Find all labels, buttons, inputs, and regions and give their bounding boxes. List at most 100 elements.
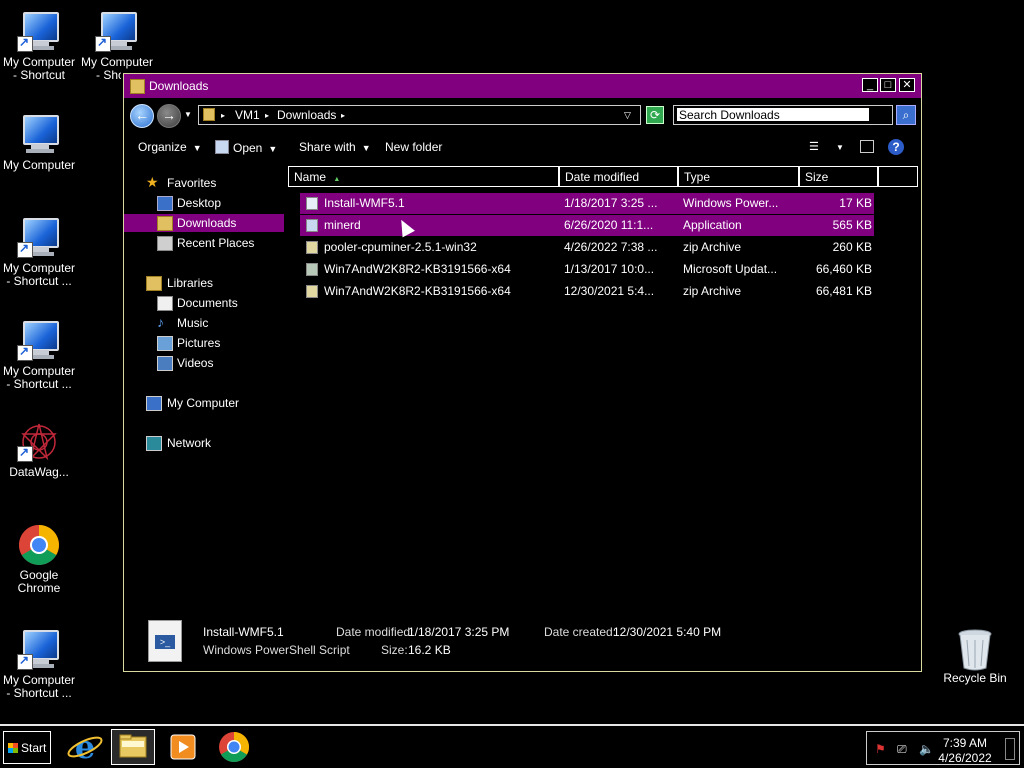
desktop-icon-my-computer-shortcut-1[interactable]: My Computer - Shortcut [0,10,78,82]
volume-icon[interactable]: 🔈 [919,743,934,755]
view-options-icon[interactable]: ☰ [809,140,819,153]
file-row[interactable]: Win7AndW2K8R2-KB3191566-x64 1/13/2017 10… [300,259,874,280]
powershell-script-icon [306,197,318,210]
organize-button[interactable]: Organize ▼ [138,140,202,154]
shortcut-arrow-icon [95,35,111,52]
search-box[interactable] [673,105,893,125]
nav-recent-places[interactable]: Recent Places [124,234,284,252]
refresh-button[interactable]: ⟳ [646,106,664,124]
share-with-button[interactable]: Share with ▼ [299,140,371,154]
close-button[interactable]: ✕ [899,78,915,92]
desktop-icon-my-computer[interactable]: My Computer [0,113,78,172]
desktop-icon-datawag[interactable]: DataWag... [0,420,78,479]
file-row[interactable]: Install-WMF5.1 1/18/2017 3:25 ... Window… [300,193,874,214]
clock-date[interactable]: 4/26/2022 [933,751,997,765]
taskbar-media-player[interactable] [160,729,204,765]
file-type: Windows Power... [683,196,779,210]
nav-downloads[interactable]: Downloads [124,214,284,232]
taskbar: Start e ⚑ ⎚ 🔈 7:39 AM 4/26/2022 [0,724,1024,768]
breadcrumb-separator-icon[interactable]: ▸ [265,111,269,120]
forward-button[interactable]: → [157,104,181,128]
minimize-button[interactable]: _ [862,78,878,92]
share-with-label: Share with [299,140,356,154]
recycle-bin-icon [953,626,997,671]
title-bar[interactable]: Downloads _ □ ✕ [124,74,921,98]
breadcrumb-separator-icon[interactable]: ▸ [341,111,345,120]
details-size-label: Size: [381,643,408,657]
internet-explorer-icon: e [67,728,103,766]
clock-time[interactable]: 7:39 AM [933,736,997,750]
documents-icon [157,296,173,311]
recent-pages-dropdown-icon[interactable]: ▼ [184,110,192,119]
network-icon[interactable]: ⎚ [897,743,909,755]
back-button[interactable]: ← [130,104,154,128]
nav-libraries[interactable]: Libraries [124,274,284,292]
desktop-icon-recycle-bin[interactable]: Recycle Bin [936,626,1014,685]
my-computer-icon [17,216,61,260]
address-bar[interactable]: ▸ VM1 ▸ Downloads ▸ ▽ [198,105,641,125]
desktop-icon-label: Google Chrome [17,568,61,595]
nav-label: Favorites [167,176,217,190]
column-header-date-modified[interactable]: Date modified [559,166,678,187]
desktop-icon-my-computer-shortcut-5[interactable]: My Computer - Shortcut ... [0,628,78,700]
powershell-script-icon: >_ [148,620,182,662]
nav-my-computer[interactable]: My Computer [124,394,284,412]
address-bar-row: ← → ▼ ▸ VM1 ▸ Downloads ▸ ▽ ⟳ ⌕ [124,100,921,130]
taskbar-internet-explorer[interactable]: e [63,728,107,766]
file-type: zip Archive [683,240,742,254]
navigation-pane: ★ Favorites Desktop Downloads Recent Pla… [124,164,284,604]
show-desktop-button[interactable] [1005,738,1015,760]
nav-desktop[interactable]: Desktop [124,194,284,212]
windows-logo-icon [8,743,18,753]
address-dropdown-icon[interactable]: ▽ [624,110,631,121]
desktop-icon-google-chrome[interactable]: Google Chrome [0,523,78,595]
nav-label: Recent Places [177,236,255,250]
star-icon: ★ [146,174,159,190]
help-icon[interactable]: ? [888,139,904,155]
maximize-button[interactable]: □ [880,78,896,92]
file-row[interactable]: Win7AndW2K8R2-KB3191566-x64 12/30/2021 5… [300,281,874,302]
system-tray: ⚑ ⎚ 🔈 7:39 AM 4/26/2022 [866,731,1020,765]
file-row[interactable]: pooler-cpuminer-2.5.1-win32 4/26/2022 7:… [300,237,874,258]
taskbar-google-chrome[interactable] [212,729,256,765]
sort-ascending-icon: ▲ [333,176,341,183]
recent-places-icon [157,236,173,251]
open-button[interactable]: Open ▼ [215,140,277,155]
file-name: minerd [324,218,361,232]
computer-icon [146,396,162,411]
details-file-kind: Windows PowerShell Script [203,643,350,657]
breadcrumb-vm1[interactable]: VM1 [235,108,260,122]
file-date: 4/26/2022 7:38 ... [564,240,658,254]
action-center-flag-icon[interactable]: ⚑ [875,743,887,755]
desktop-icon-my-computer-shortcut-3[interactable]: My Computer - Shortcut ... [0,216,78,288]
nav-videos[interactable]: Videos [124,354,284,372]
start-button[interactable]: Start [3,731,51,764]
nav-network[interactable]: Network [124,434,284,452]
column-header-name[interactable]: Name ▲ [288,166,559,187]
column-header-type[interactable]: Type [678,166,799,187]
new-folder-button[interactable]: New folder [385,140,442,154]
file-size: 66,460 KB [815,262,872,276]
nav-pictures[interactable]: Pictures [124,334,284,352]
file-name: Win7AndW2K8R2-KB3191566-x64 [324,262,511,276]
command-bar: Organize ▼ Open ▼ Share with ▼ New folder ☰… [124,132,921,164]
search-input[interactable] [677,108,869,121]
desktop-icon-my-computer-shortcut-4[interactable]: My Computer - Shortcut ... [0,319,78,391]
preview-pane-icon[interactable] [860,140,874,153]
desktop-icon-my-computer-shortcut-2[interactable]: My Computer - Shortc [78,10,156,82]
search-button[interactable]: ⌕ [896,105,916,125]
breadcrumb-separator-icon[interactable]: ▸ [221,111,225,120]
column-header-size[interactable]: Size [799,166,878,187]
nav-favorites[interactable]: ★ Favorites [124,174,284,192]
nav-documents[interactable]: Documents [124,294,284,312]
shortcut-arrow-icon [17,344,33,361]
view-dropdown-icon[interactable]: ▼ [836,143,844,152]
folder-icon [130,79,145,94]
breadcrumb-downloads[interactable]: Downloads [277,108,336,122]
shortcut-arrow-icon [17,445,33,462]
file-type: Application [683,218,742,232]
file-row[interactable]: minerd 6/26/2020 11:1... Application 565… [300,215,874,236]
taskbar-windows-explorer[interactable] [111,729,155,765]
nav-music[interactable]: ♪ Music [124,314,284,332]
refresh-icon: ⟳ [649,108,661,122]
